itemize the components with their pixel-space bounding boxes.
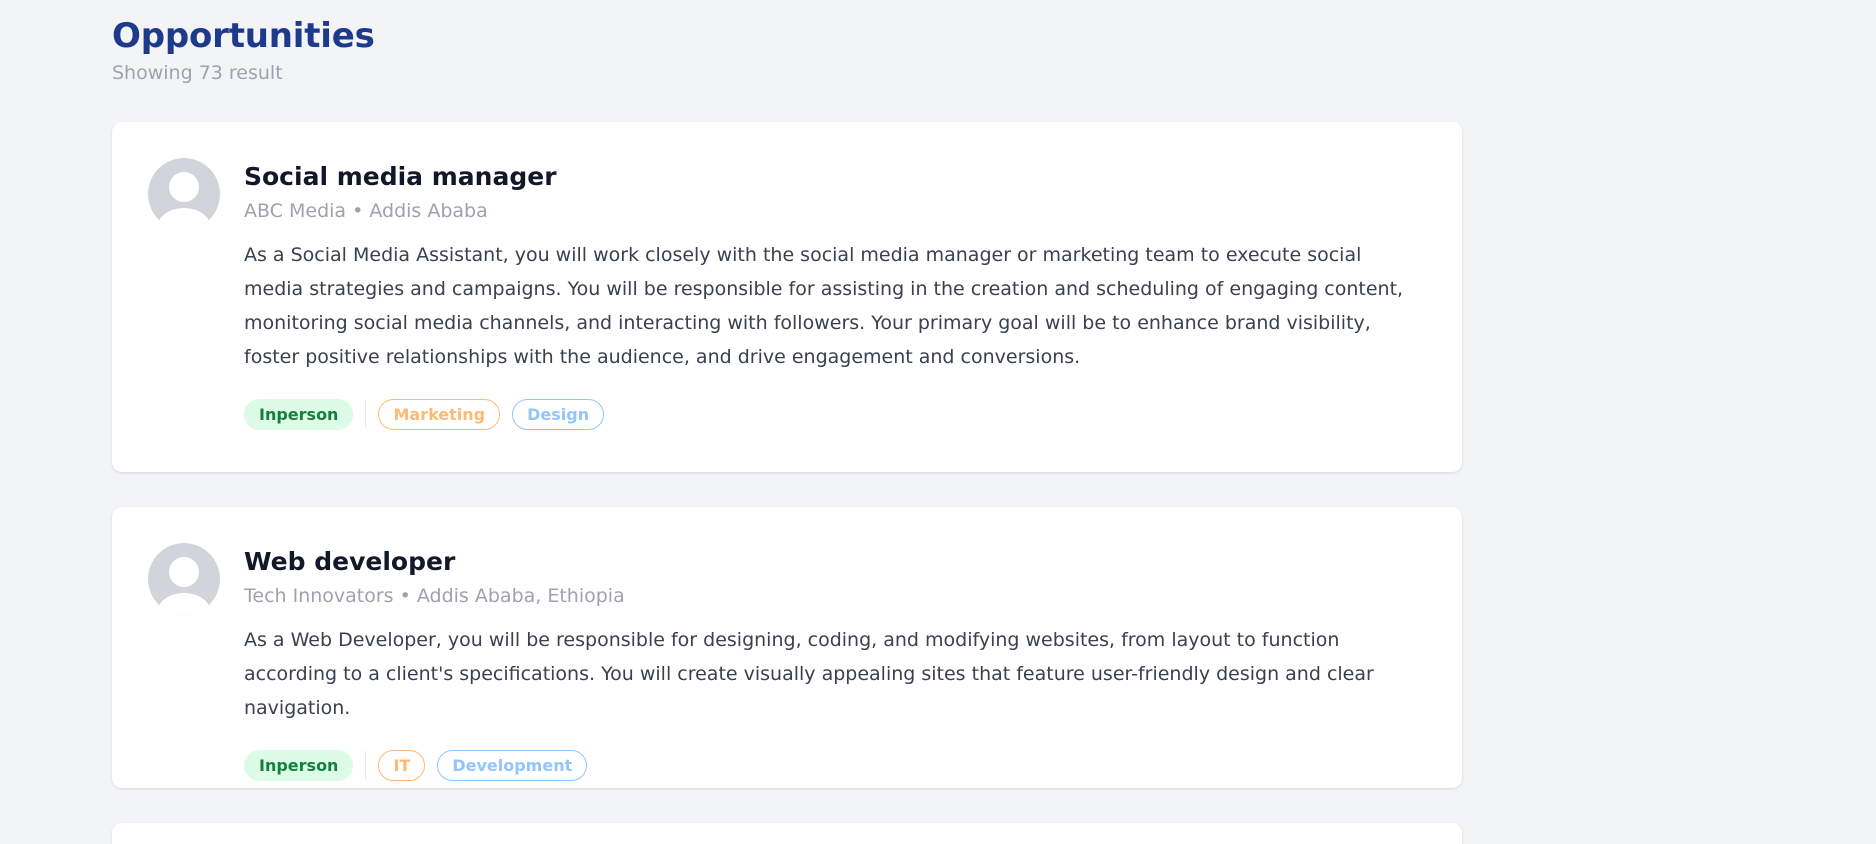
avatar-body (157, 208, 211, 230)
avatar-body (157, 593, 211, 615)
job-card[interactable]: Social media manager ABC Media • Addis A… (112, 122, 1462, 472)
page-title: Opportunities (112, 16, 375, 56)
job-card-content: Web developer Tech Innovators • Addis Ab… (244, 545, 1424, 781)
category-tag: Marketing (378, 398, 501, 430)
category-tag: Development (437, 749, 588, 781)
category-tag: Design (512, 398, 605, 430)
job-title[interactable]: Social media manager (244, 160, 1424, 194)
tag-divider (365, 751, 367, 779)
job-title[interactable]: Web developer (244, 545, 1424, 579)
category-tag: IT (378, 749, 426, 781)
job-company-location: ABC Media • Addis Ababa (244, 200, 488, 222)
result-count: Showing 73 result (112, 62, 283, 84)
company-avatar-icon (148, 543, 220, 615)
job-card[interactable] (112, 823, 1462, 844)
job-card-content: Social media manager ABC Media • Addis A… (244, 160, 1424, 430)
page-header: Opportunities Showing 73 result (112, 14, 375, 86)
job-company-location: Tech Innovators • Addis Ababa, Ethiopia (244, 585, 625, 607)
work-mode-tag: Inperson (244, 749, 354, 781)
tag-divider (365, 400, 367, 428)
job-card[interactable]: Web developer Tech Innovators • Addis Ab… (112, 507, 1462, 788)
page: Opportunities Showing 73 result Social m… (0, 0, 1876, 844)
company-avatar-icon (148, 158, 220, 230)
avatar-head (169, 172, 199, 202)
job-tags: Inperson Marketing Design (244, 398, 1424, 430)
job-description: As a Social Media Assistant, you will wo… (244, 244, 1404, 368)
work-mode-tag: Inperson (244, 398, 354, 430)
job-description: As a Web Developer, you will be responsi… (244, 629, 1374, 719)
avatar-head (169, 557, 199, 587)
job-tags: Inperson IT Development (244, 749, 1424, 781)
